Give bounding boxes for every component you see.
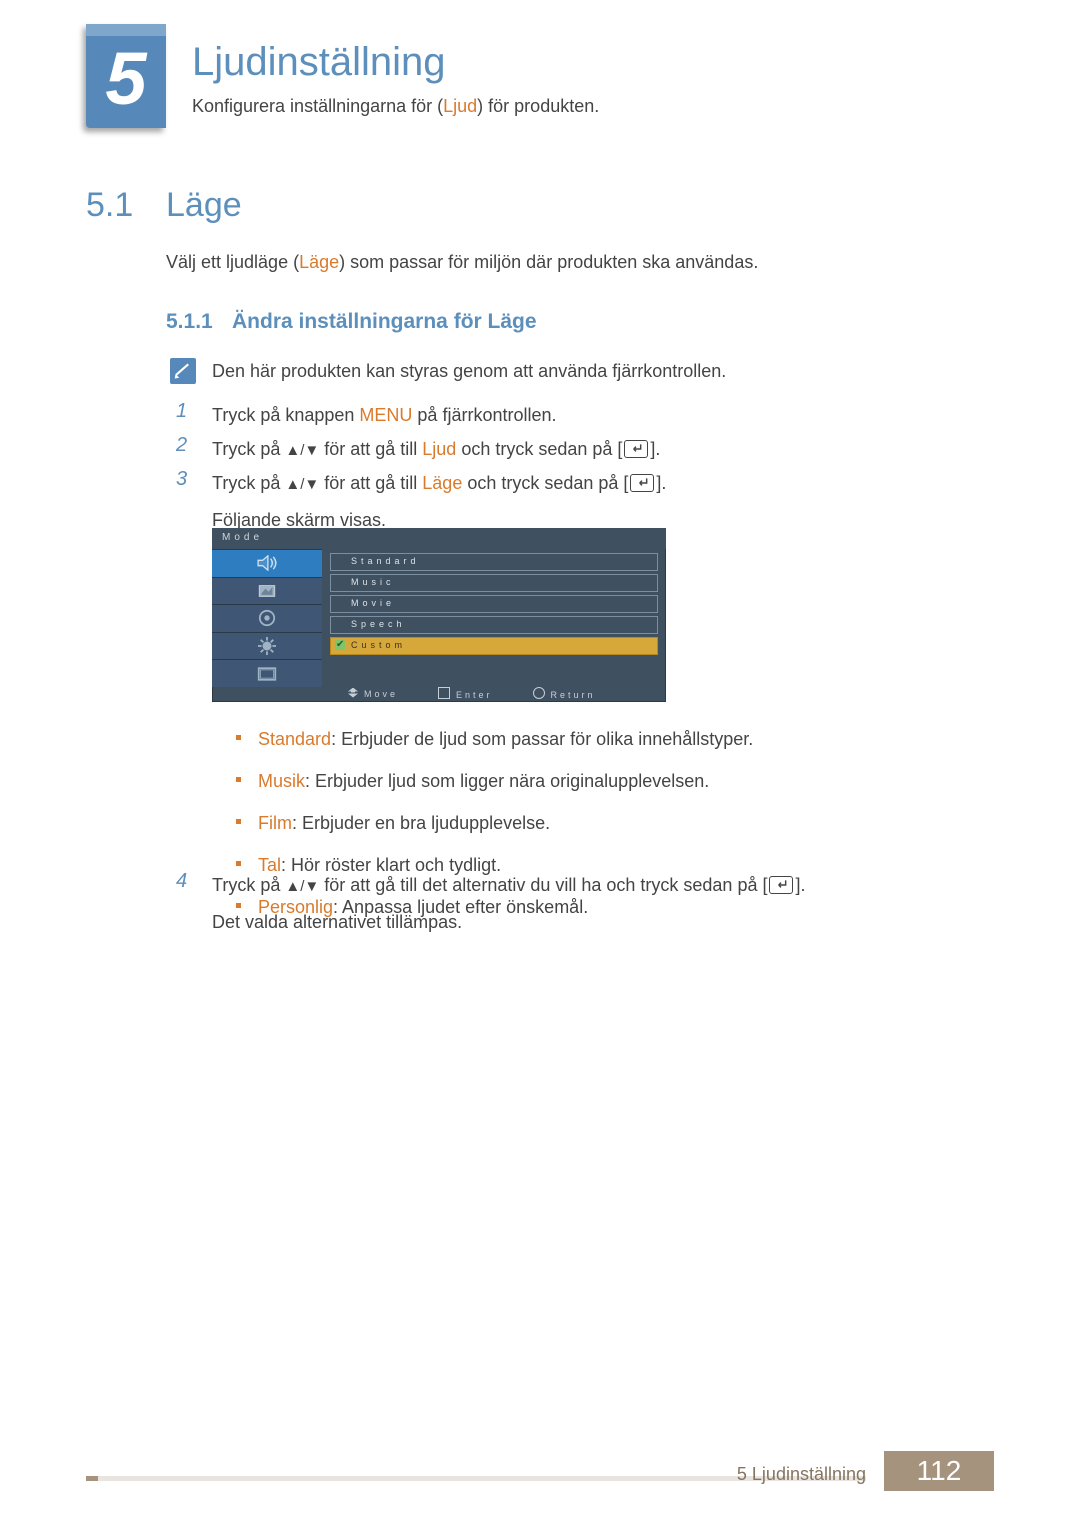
- step-number: 3: [176, 468, 212, 535]
- chapter-intro: Konfigurera inställningarna för (Ljud) f…: [192, 96, 599, 117]
- text: Tryck på: [212, 439, 285, 459]
- up-down-arrows-icon: ▲/▼: [285, 442, 319, 459]
- text: för att gå till det alternativ du vill h…: [319, 875, 767, 895]
- osd-item-custom: ✔ Custom: [330, 637, 658, 655]
- up-down-arrows-icon: ▲/▼: [285, 476, 319, 493]
- osd-side-icon: [212, 577, 322, 605]
- osd-item-standard: Standard: [330, 553, 658, 571]
- chapter-tab: 5: [86, 24, 166, 128]
- note-text: Den här produkten kan styras genom att a…: [212, 361, 726, 382]
- chapter-number: 5: [105, 36, 146, 116]
- text: Välj ett ljudläge (: [166, 252, 299, 272]
- osd-side-icon: [212, 632, 322, 660]
- osd-footer-enter: Enter: [438, 687, 493, 700]
- osd-footer-move: Move: [348, 688, 398, 699]
- text: för att gå till: [319, 439, 422, 459]
- step-number: 2: [176, 434, 212, 465]
- keyword: Film: [258, 813, 292, 833]
- osd-item-movie: Movie: [330, 595, 658, 613]
- keyword-ljud: Ljud: [422, 439, 456, 459]
- enter-icon: [630, 474, 654, 492]
- text: för att gå till: [319, 473, 422, 493]
- text: ].: [795, 875, 805, 895]
- list-item: Film: Erbjuder en bra ljudupplevelse.: [236, 810, 753, 838]
- text: ].: [656, 473, 666, 493]
- text: ) som passar för miljön där produkten sk…: [339, 252, 758, 272]
- osd-side-icon: [212, 659, 322, 687]
- osd-body: Standard Music Movie Speech ✔ Custom: [212, 549, 666, 687]
- section-number: 5.1: [86, 186, 133, 225]
- text: : Erbjuder en bra ljudupplevelse.: [292, 813, 550, 833]
- osd-item-speech: Speech: [330, 616, 658, 634]
- osd-side-icon: [212, 604, 322, 632]
- chapter-title: Ljudinställning: [192, 40, 446, 85]
- keyword: Standard: [258, 729, 331, 749]
- page-number: 112: [884, 1451, 994, 1491]
- list-item: Musik: Erbjuder ljud som ligger nära ori…: [236, 768, 753, 796]
- note-icon: [170, 358, 196, 384]
- note: Den här produkten kan styras genom att a…: [170, 358, 726, 384]
- text: : Erbjuder de ljud som passar för olika …: [331, 729, 753, 749]
- osd-menu: Mode Standard Music Movie Speech ✔ Custom…: [212, 528, 666, 702]
- text: Det valda alternativet tillämpas.: [212, 907, 805, 938]
- text: på fjärrkontrollen.: [412, 405, 556, 425]
- text: Tryck på: [212, 473, 285, 493]
- text: Tryck på knappen: [212, 405, 359, 425]
- step-1: 1 Tryck på knappen MENU på fjärrkontroll…: [176, 400, 557, 431]
- subsection-number: 5.1.1: [166, 310, 213, 334]
- text: : Erbjuder ljud som ligger nära original…: [305, 771, 709, 791]
- keyword-ljud: Ljud: [443, 96, 477, 116]
- section-title: Läge: [166, 186, 242, 225]
- page-footer: 5 Ljudinställning 112: [86, 1451, 994, 1491]
- footer-label: 5 Ljudinställning: [737, 1464, 866, 1485]
- text: ) för produkten.: [477, 96, 599, 116]
- keyword: Musik: [258, 771, 305, 791]
- keyword-lage: Läge: [422, 473, 462, 493]
- enter-icon: [769, 876, 793, 894]
- up-down-arrows-icon: ▲/▼: [285, 878, 319, 895]
- osd-sidebar: [212, 549, 322, 687]
- step-4: 4 Tryck på ▲/▼ för att gå till det alter…: [176, 870, 805, 937]
- osd-footer-return: Return: [533, 687, 596, 700]
- step-2: 2 Tryck på ▲/▼ för att gå till Ljud och …: [176, 434, 660, 465]
- text: Konfigurera inställningarna för (: [192, 96, 443, 116]
- subsection-title: Ändra inställningarna för Läge: [232, 310, 537, 334]
- osd-side-icon: [212, 549, 322, 577]
- osd-title: Mode: [212, 528, 666, 549]
- text: och tryck sedan på [: [462, 473, 628, 493]
- section-intro: Välj ett ljudläge (Läge) som passar för …: [166, 252, 758, 273]
- text: och tryck sedan på [: [456, 439, 622, 459]
- step-number: 1: [176, 400, 212, 431]
- keyword-menu: MENU: [359, 405, 412, 425]
- check-icon: ✔: [336, 639, 344, 650]
- step-3: 3 Tryck på ▲/▼ för att gå till Läge och …: [176, 468, 666, 535]
- list-item: Standard: Erbjuder de ljud som passar fö…: [236, 726, 753, 754]
- step-number: 4: [176, 870, 212, 937]
- text: Tryck på: [212, 875, 285, 895]
- osd-item-music: Music: [330, 574, 658, 592]
- enter-icon: [624, 440, 648, 458]
- osd-footer: Move Enter Return: [322, 684, 666, 702]
- osd-item-label: Custom: [351, 640, 406, 650]
- page: 5 Ljudinställning Konfigurera inställnin…: [0, 0, 1080, 1527]
- text: ].: [650, 439, 660, 459]
- keyword-lage: Läge: [299, 252, 339, 272]
- osd-main: Standard Music Movie Speech ✔ Custom: [322, 549, 666, 687]
